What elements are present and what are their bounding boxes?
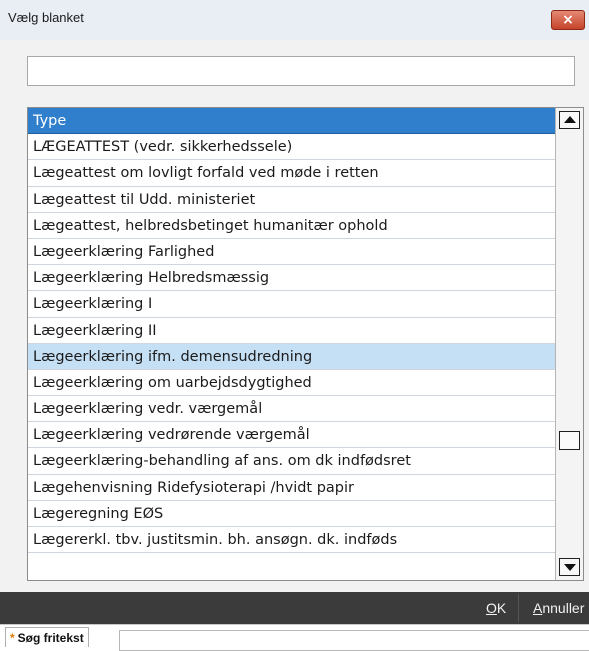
list-header-type[interactable]: Type (28, 108, 555, 135)
button-divider (518, 594, 519, 622)
vertical-scrollbar[interactable] (555, 108, 583, 580)
list-item[interactable]: Lægehenvisning Ridefysioterapi /hvidt pa… (28, 475, 555, 501)
cancel-label: nnuller (542, 600, 585, 616)
scroll-down-button[interactable] (559, 558, 580, 576)
scroll-up-button[interactable] (559, 111, 580, 129)
ok-button[interactable]: OK (486, 600, 506, 616)
list-item[interactable]: Lægeattest, helbredsbetinget humanitær o… (28, 213, 555, 239)
list-item[interactable]: Lægeerklæring vedr. værgemål (28, 396, 555, 423)
close-icon: × (562, 12, 574, 28)
search-tab-label: Søg fritekst (17, 631, 84, 645)
free-text-field[interactable] (119, 630, 589, 651)
list-item[interactable]: Lægererkl. tbv. justitsmin. bh. ansøgn. … (28, 527, 555, 554)
free-text-search-tab[interactable]: * Søg fritekst (5, 627, 89, 647)
list-item[interactable]: Lægeregning EØS (28, 501, 555, 527)
form-type-list: Type LÆGEATTEST (vedr. sikkerhedssele) Læ… (27, 107, 584, 581)
list-item[interactable]: Lægeerklæring I (28, 291, 555, 318)
list-item[interactable]: Lægeerklæring Farlighed (28, 239, 555, 266)
required-marker: * (10, 631, 15, 645)
ok-label: K (496, 600, 507, 616)
list-item[interactable]: Lægeerklæring II (28, 318, 555, 344)
search-input[interactable] (27, 56, 575, 86)
scroll-thumb[interactable] (559, 431, 580, 450)
list-item[interactable]: LÆGEATTEST (vedr. sikkerhedssele) (28, 134, 555, 161)
list-item[interactable]: Lægeerklæring Helbredsmæssig (28, 265, 555, 292)
cancel-mnemonic: A (533, 600, 543, 616)
list-item[interactable]: Lægeattest til Udd. ministeriet (28, 187, 555, 213)
cancel-button[interactable]: Annuller (533, 600, 584, 616)
title-bar: Vælg blanket × (0, 0, 589, 40)
window-title: Vælg blanket (8, 10, 84, 25)
ok-mnemonic: O (486, 600, 497, 616)
close-button[interactable]: × (551, 10, 585, 30)
list-item[interactable]: Lægeerklæring ifm. demensudredning (28, 343, 555, 370)
list-item[interactable]: Lægeattest om lovligt forfald ved møde i… (28, 160, 555, 187)
arrow-down-icon (564, 564, 576, 571)
list-item[interactable]: Lægeerklæring-behandling af ans. om dk i… (28, 448, 555, 475)
list-item[interactable]: Lægeerklæring om uarbejdsdygtighed (28, 370, 555, 397)
arrow-up-icon (564, 116, 576, 123)
list-item[interactable]: Lægeerklæring vedrørende værgemål (28, 422, 555, 449)
